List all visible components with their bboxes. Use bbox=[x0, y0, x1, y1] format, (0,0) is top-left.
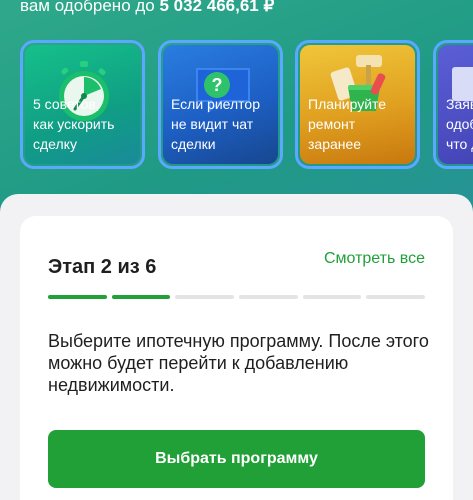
progress-segment bbox=[302, 295, 362, 299]
progress-segment bbox=[239, 295, 298, 299]
approval-summary: вам одобрено до 5 032 466,61 ₽ bbox=[20, 0, 274, 16]
svg-text:?: ? bbox=[212, 75, 223, 95]
stage-progress bbox=[48, 295, 426, 299]
story-label: Планируйте ремонт заранее bbox=[308, 96, 387, 152]
story-card-renovation[interactable]: Планируйте ремонт заранее bbox=[295, 40, 420, 169]
choose-program-button[interactable]: Выбрать программу bbox=[48, 430, 425, 488]
see-all-link[interactable]: Смотреть все bbox=[324, 250, 425, 268]
approval-amount: 5 032 466,61 ₽ bbox=[159, 0, 275, 15]
deal-stage-panel: Этап 2 из 6 Смотреть все Выберите ипотеч… bbox=[0, 194, 473, 500]
stage-description: Выберите ипотечную программу. После этог… bbox=[48, 331, 429, 395]
story-card-tips[interactable]: 5 советов, как ускорить сделку bbox=[20, 40, 145, 169]
story-card-realtor-chat-bg: ? Если риелтор не видит чат сделки bbox=[163, 45, 278, 164]
progress-segment bbox=[366, 295, 426, 299]
approval-prefix: вам одобрено до bbox=[20, 0, 160, 15]
story-label: 5 советов, как ускорить сделку bbox=[33, 96, 115, 152]
story-label: Если риелтор не видит чат сделки bbox=[171, 96, 260, 152]
progress-segment bbox=[175, 295, 235, 299]
story-card-realtor-chat[interactable]: ? Если риелтор не видит чат сделки bbox=[158, 40, 283, 169]
progress-segment bbox=[48, 295, 107, 299]
story-card-application-bg: Заяв одоб что д bbox=[438, 45, 473, 164]
stories-carousel[interactable]: 5 советов, как ускорить сделку ? Если ри… bbox=[20, 40, 473, 175]
stage-title: Этап 2 из 6 bbox=[48, 256, 157, 278]
stage-card: Этап 2 из 6 Смотреть все Выберите ипотеч… bbox=[20, 216, 453, 500]
story-card-tips-bg: 5 советов, как ускорить сделку bbox=[25, 45, 140, 164]
progress-segment bbox=[111, 295, 171, 299]
story-label: Заяв одоб что д bbox=[446, 96, 473, 152]
story-card-renovation-bg: Планируйте ремонт заранее bbox=[300, 45, 415, 164]
story-card-application[interactable]: Заяв одоб что д bbox=[433, 40, 473, 169]
